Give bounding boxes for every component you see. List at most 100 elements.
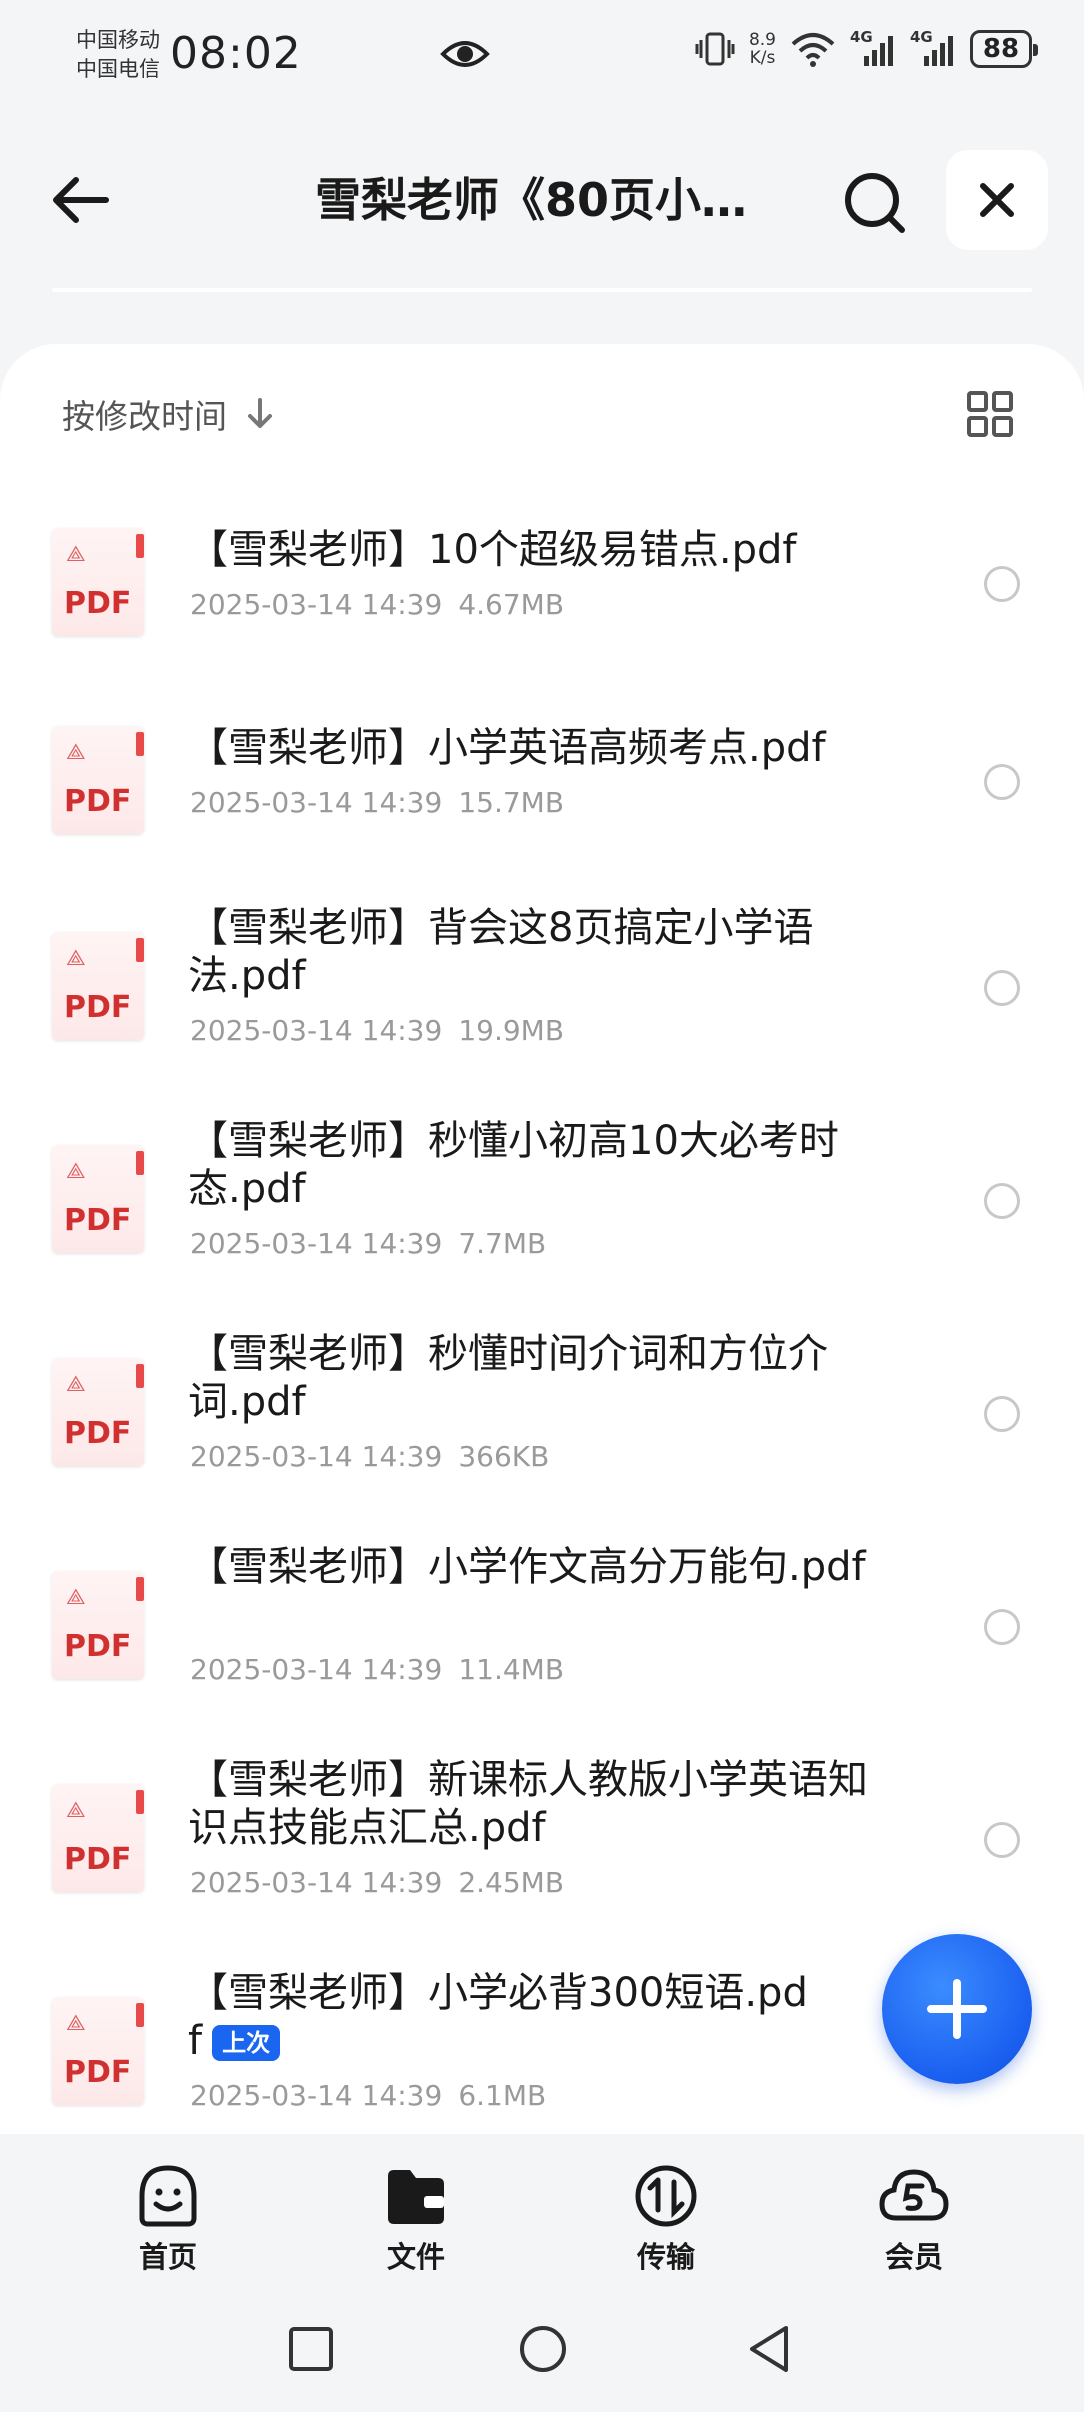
- select-radio[interactable]: [984, 764, 1020, 800]
- file-name: 【雪梨老师】小学英语高频考点.pdf: [188, 725, 826, 771]
- file-size: 15.7MB: [458, 786, 565, 819]
- file-size: 11.4MB: [458, 1653, 565, 1686]
- pdf-icon-label: PDF: [64, 1842, 132, 1877]
- folder-icon: [388, 2170, 444, 2224]
- pdf-icon-label: PDF: [64, 586, 132, 621]
- smile-home-icon: [139, 2165, 197, 2227]
- nav-transfer[interactable]: 传输: [606, 2160, 726, 2276]
- header-bar: 雪梨老师《80页小…: [0, 140, 1084, 260]
- pdf-icon-label: PDF: [64, 2055, 132, 2090]
- close-button[interactable]: [946, 150, 1048, 250]
- eye-icon: [440, 41, 490, 67]
- file-name-wrapper: 【雪梨老师】小学必背300短语.pdf 上次: [188, 1969, 808, 2065]
- select-radio[interactable]: [984, 1183, 1020, 1219]
- nav-transfer-label: 传输: [636, 2240, 695, 2274]
- signal-2: 4G: [910, 28, 956, 68]
- pdf-icon-label: PDF: [64, 1416, 132, 1451]
- file-size: 4.67MB: [458, 588, 565, 621]
- file-row[interactable]: ⟁ PDF 【雪梨老师】秒懂小初高10大必考时态.pdf 2025-03-14 …: [0, 1075, 1084, 1287]
- page-title: 雪梨老师《80页小…: [315, 173, 748, 227]
- file-date: 2025-03-14 14:39: [190, 2079, 443, 2112]
- pdf-icon-label: PDF: [64, 1203, 132, 1238]
- vibrate-icon: [695, 32, 735, 66]
- add-button[interactable]: [882, 1934, 1032, 2084]
- file-meta: 2025-03-14 14:39 19.9MB: [190, 1014, 580, 1047]
- pdf-file-icon: ⟁ PDF: [52, 1997, 144, 2105]
- status-time: 08:02: [170, 28, 302, 79]
- pdf-file-icon: ⟁ PDF: [52, 1145, 144, 1253]
- file-date: 2025-03-14 14:39: [190, 588, 443, 621]
- back-triangle-icon[interactable]: [746, 2324, 792, 2374]
- file-list-panel: 按修改时间 ⟁ PDF 【雪梨老师】10个超级易错点.pdf 2025-03-1…: [0, 344, 1084, 2134]
- file-meta: 2025-03-14 14:39 2.45MB: [190, 1866, 580, 1899]
- search-icon[interactable]: [840, 168, 910, 238]
- header-divider: [52, 288, 1032, 292]
- file-date: 2025-03-14 14:39: [190, 1866, 443, 1899]
- close-icon: [980, 183, 1014, 217]
- system-indicators: 8.9 K/s 4G 4G 88: [695, 28, 1038, 68]
- file-meta: 2025-03-14 14:39 4.67MB: [190, 588, 580, 621]
- nav-files[interactable]: 文件: [356, 2160, 476, 2276]
- status-bar: 中国移动 中国电信 08:02 8.9 K/s 4G 4G 88: [0, 0, 1084, 110]
- net-speed-unit: K/s: [749, 48, 776, 68]
- system-nav-bar: [0, 2290, 1084, 2412]
- signal-1: 4G: [850, 28, 896, 68]
- file-meta: 2025-03-14 14:39 11.4MB: [190, 1653, 580, 1686]
- file-date: 2025-03-14 14:39: [190, 1440, 443, 1473]
- pdf-icon-label: PDF: [64, 990, 132, 1025]
- signal-bars-icon: [864, 36, 893, 66]
- nav-vip-label: 会员: [884, 2240, 943, 2274]
- nav-files-label: 文件: [386, 2240, 445, 2274]
- file-row[interactable]: ⟁ PDF 【雪梨老师】小学英语高频考点.pdf 2025-03-14 14:3…: [0, 664, 1084, 844]
- select-radio[interactable]: [984, 566, 1020, 602]
- file-size: 2.45MB: [458, 1866, 565, 1899]
- file-date: 2025-03-14 14:39: [190, 1653, 443, 1686]
- file-row[interactable]: ⟁ PDF 【雪梨老师】背会这8页搞定小学语法.pdf 2025-03-14 1…: [0, 862, 1084, 1074]
- nav-home-label: 首页: [138, 2240, 197, 2274]
- file-name: 【雪梨老师】秒懂小初高10大必考时态.pdf: [188, 1118, 839, 1212]
- select-radio[interactable]: [984, 1822, 1020, 1858]
- back-arrow-icon[interactable]: [46, 170, 116, 230]
- bottom-nav: 首页 文件 传输 会员: [0, 2134, 1084, 2284]
- transfer-icon: [635, 2165, 697, 2227]
- file-row[interactable]: ⟁ PDF 【雪梨老师】秒懂时间介词和方位介词.pdf 2025-03-14 1…: [0, 1288, 1084, 1500]
- carrier-2: 中国电信: [76, 57, 160, 81]
- signal-bars-icon: [924, 36, 953, 66]
- file-row[interactable]: ⟁ PDF 【雪梨老师】10个超级易错点.pdf 2025-03-14 14:3…: [0, 466, 1084, 646]
- pdf-file-icon: ⟁ PDF: [52, 1571, 144, 1679]
- select-radio[interactable]: [984, 1609, 1020, 1645]
- carrier-labels: 中国移动 中国电信: [76, 26, 160, 84]
- pdf-file-icon: ⟁ PDF: [52, 726, 144, 834]
- file-row[interactable]: ⟁ PDF 【雪梨老师】新课标人教版小学英语知识点技能点汇总.pdf 2025-…: [0, 1714, 1084, 1926]
- file-meta: 2025-03-14 14:39 7.7MB: [190, 1227, 562, 1260]
- file-size: 19.9MB: [458, 1014, 565, 1047]
- sort-selector[interactable]: 按修改时间: [62, 390, 275, 438]
- file-size: 6.1MB: [458, 2079, 547, 2112]
- cloud-vip-icon: [879, 2169, 949, 2221]
- file-date: 2025-03-14 14:39: [190, 1227, 443, 1260]
- nav-home[interactable]: 首页: [108, 2160, 228, 2276]
- file-size: 366KB: [458, 1440, 550, 1473]
- pdf-file-icon: ⟁ PDF: [52, 1784, 144, 1892]
- carrier-1: 中国移动: [76, 28, 160, 52]
- file-size: 7.7MB: [458, 1227, 547, 1260]
- select-radio[interactable]: [984, 970, 1020, 1006]
- file-name: 【雪梨老师】小学必背300短语.pdf: [188, 1970, 808, 2064]
- pdf-icon-label: PDF: [64, 784, 132, 819]
- select-radio[interactable]: [984, 1396, 1020, 1432]
- file-row[interactable]: ⟁ PDF 【雪梨老师】小学作文高分万能句.pdf 2025-03-14 14:…: [0, 1501, 1084, 1713]
- file-name: 【雪梨老师】小学作文高分万能句.pdf: [188, 1544, 866, 1590]
- last-opened-badge: 上次: [212, 2025, 281, 2061]
- nav-vip[interactable]: 会员: [854, 2160, 974, 2276]
- recents-square-icon[interactable]: [288, 2326, 334, 2372]
- file-meta: 2025-03-14 14:39 366KB: [190, 1440, 565, 1473]
- home-circle-icon[interactable]: [518, 2324, 568, 2374]
- wifi-icon: [791, 33, 835, 67]
- file-name: 【雪梨老师】秒懂时间介词和方位介词.pdf: [188, 1331, 828, 1425]
- file-name: 【雪梨老师】新课标人教版小学英语知识点技能点汇总.pdf: [188, 1757, 868, 1851]
- net-speed-value: 8.9: [748, 30, 776, 50]
- file-meta: 2025-03-14 14:39 15.7MB: [190, 786, 580, 819]
- file-date: 2025-03-14 14:39: [190, 1014, 443, 1047]
- grid-view-icon[interactable]: [966, 390, 1014, 438]
- file-name: 【雪梨老师】背会这8页搞定小学语法.pdf: [188, 905, 814, 999]
